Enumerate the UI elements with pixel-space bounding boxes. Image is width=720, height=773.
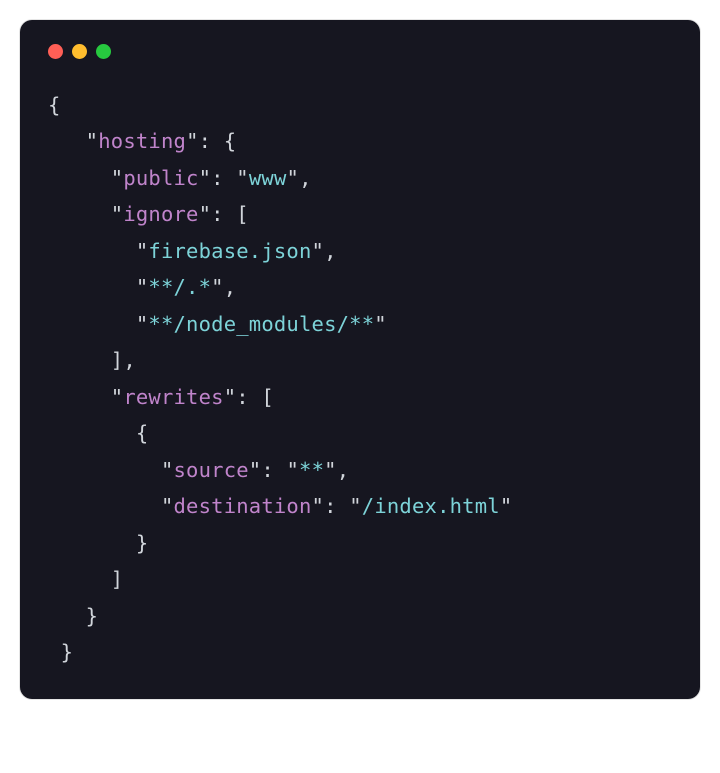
comma: , xyxy=(299,166,312,190)
quote: " xyxy=(136,275,149,299)
code-window: { "hosting": { "public": "www", "ignore"… xyxy=(20,20,700,699)
quote: " xyxy=(324,458,337,482)
quote: " xyxy=(199,202,212,226)
json-string: **/.* xyxy=(148,275,211,299)
brace: } xyxy=(61,640,74,664)
json-string: **/node_modules/** xyxy=(148,312,374,336)
quote: " xyxy=(349,494,362,518)
json-string: www xyxy=(249,166,287,190)
quote: " xyxy=(312,494,325,518)
colon: : xyxy=(261,458,274,482)
quote: " xyxy=(161,494,174,518)
quote: " xyxy=(500,494,513,518)
quote: " xyxy=(86,129,99,153)
json-key: destination xyxy=(174,494,312,518)
quote: " xyxy=(199,166,212,190)
quote: " xyxy=(287,166,300,190)
json-string: firebase.json xyxy=(148,239,311,263)
colon: : xyxy=(211,166,224,190)
brace: { xyxy=(48,93,61,117)
json-key: hosting xyxy=(98,129,186,153)
json-key: public xyxy=(123,166,198,190)
maximize-icon[interactable] xyxy=(96,44,111,59)
close-icon[interactable] xyxy=(48,44,63,59)
code-block: { "hosting": { "public": "www", "ignore"… xyxy=(48,87,672,671)
colon: : xyxy=(211,202,224,226)
comma: , xyxy=(324,239,337,263)
json-string: /index.html xyxy=(362,494,500,518)
quote: " xyxy=(236,166,249,190)
quote: " xyxy=(161,458,174,482)
bracket: [ xyxy=(236,202,249,226)
quote: " xyxy=(374,312,387,336)
json-key: ignore xyxy=(123,202,198,226)
comma: , xyxy=(123,348,136,372)
bracket: ] xyxy=(111,348,124,372)
quote: " xyxy=(136,312,149,336)
brace: { xyxy=(224,129,237,153)
brace: } xyxy=(136,531,149,555)
quote: " xyxy=(312,239,325,263)
quote: " xyxy=(111,166,124,190)
minimize-icon[interactable] xyxy=(72,44,87,59)
quote: " xyxy=(136,239,149,263)
quote: " xyxy=(249,458,262,482)
quote: " xyxy=(286,458,299,482)
quote: " xyxy=(111,202,124,226)
json-key: source xyxy=(174,458,249,482)
bracket: [ xyxy=(261,385,274,409)
brace: { xyxy=(136,421,149,445)
colon: : xyxy=(236,385,249,409)
bracket: ] xyxy=(111,567,124,591)
colon: : xyxy=(324,494,337,518)
quote: " xyxy=(224,385,237,409)
quote: " xyxy=(186,129,199,153)
quote: " xyxy=(211,275,224,299)
brace: } xyxy=(86,604,99,628)
comma: , xyxy=(224,275,237,299)
quote: " xyxy=(111,385,124,409)
json-key: rewrites xyxy=(123,385,223,409)
window-titlebar xyxy=(48,44,672,59)
comma: , xyxy=(337,458,350,482)
colon: : xyxy=(199,129,212,153)
json-string: ** xyxy=(299,458,324,482)
